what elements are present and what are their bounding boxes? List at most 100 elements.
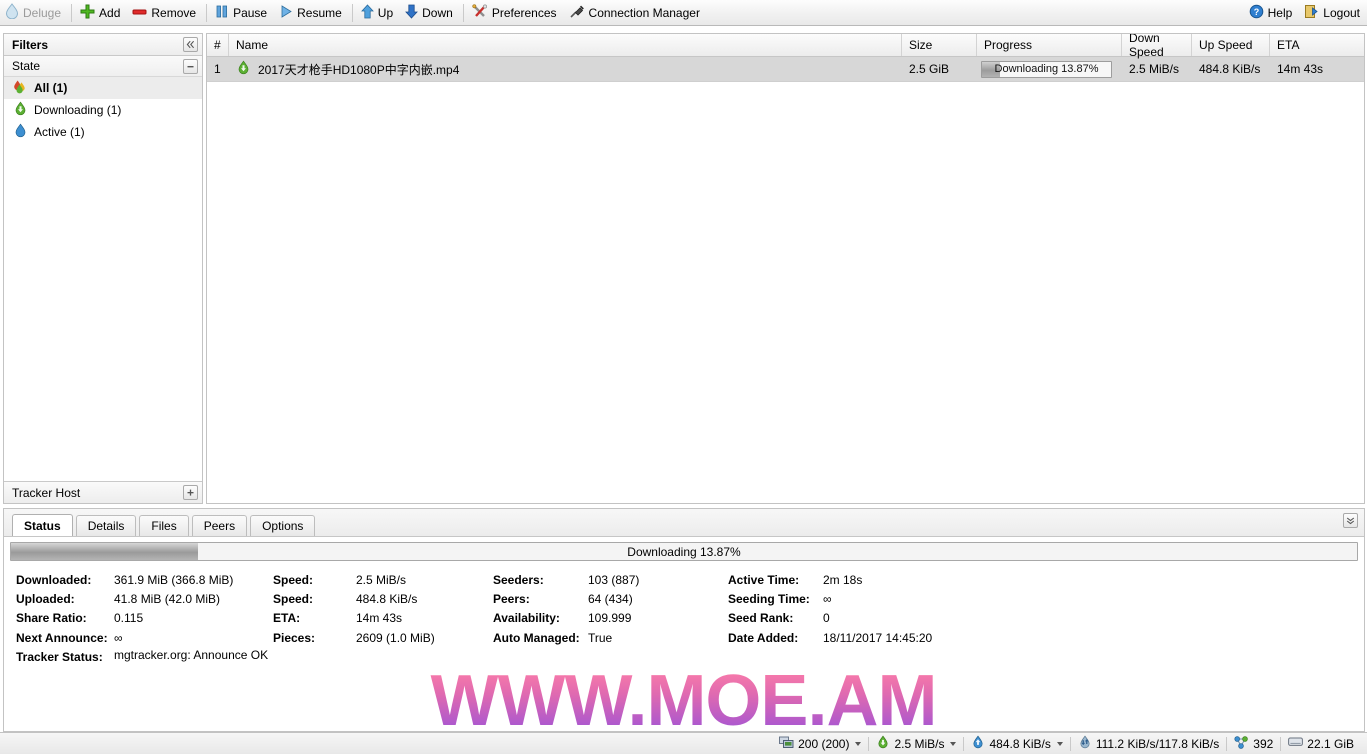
arrow-down-icon: [405, 4, 419, 22]
column-header-up-speed[interactable]: Up Speed: [1192, 34, 1270, 56]
label-seeders: Seeders:: [493, 573, 544, 587]
plus-icon: [80, 4, 95, 22]
cell-num: 1: [214, 62, 221, 76]
column-header-eta[interactable]: ETA: [1270, 34, 1328, 56]
logout-icon: [1304, 4, 1319, 22]
chevron-down-icon[interactable]: [950, 741, 957, 746]
cell-progress: Downloading 13.87%: [977, 57, 1122, 81]
value-download-speed: 2.5 MiB/s: [356, 573, 407, 587]
value-next-announce: ∞: [114, 630, 123, 645]
deluge-logo-icon: [5, 3, 19, 22]
column-header-size[interactable]: Size: [902, 34, 977, 56]
sidebar-item-label: Downloading (1): [34, 103, 122, 117]
cell-size: 2.5 GiB: [909, 62, 950, 76]
filter-group-label: State: [12, 59, 41, 73]
column-header-progress[interactable]: Progress: [977, 34, 1122, 56]
add-button[interactable]: Add: [75, 0, 127, 26]
torrent-list-header: # Name Size Progress Down Speed Up Speed…: [207, 34, 1364, 59]
move-down-button[interactable]: Down: [400, 0, 460, 26]
sidebar-item-label: All (1): [34, 81, 68, 95]
remove-button[interactable]: Remove: [127, 0, 203, 26]
value-active-time: 2m 18s: [823, 573, 863, 587]
preferences-button[interactable]: Preferences: [467, 0, 564, 26]
move-up-button[interactable]: Up: [356, 0, 400, 26]
minus-icon[interactable]: [183, 58, 198, 74]
column-header-down-speed[interactable]: Down Speed: [1122, 34, 1192, 59]
value-upload-speed: 484.8 KiB/s: [356, 592, 418, 607]
tab-details[interactable]: Details: [75, 515, 137, 536]
status-labels: Seeders: Peers: Availability: Auto Manag…: [493, 571, 588, 667]
move-down-label: Down: [422, 5, 453, 20]
status-column-2: Speed: Speed: ETA: Pieces: 2.5 MiB/s 484…: [273, 571, 493, 667]
pause-button[interactable]: Pause: [210, 0, 274, 26]
cell-eta: 14m 43s: [1277, 62, 1324, 76]
play-icon: [279, 4, 293, 22]
tab-files[interactable]: Files: [139, 515, 189, 536]
table-row[interactable]: 1 2017天才枪手HD1080P中字内嵌.mp4 2.5 GiB Downlo…: [207, 57, 1364, 82]
filters-title: Filters: [12, 37, 49, 52]
connections-icon: [779, 736, 794, 752]
status-labels: Speed: Speed: ETA: Pieces:: [273, 571, 356, 667]
chevron-double-down-icon[interactable]: [1343, 513, 1358, 528]
status-column-1: Downloaded: Uploaded: Share Ratio: Next …: [16, 571, 273, 667]
svg-text:?: ?: [1253, 7, 1259, 17]
row-progress-bar: Downloading 13.87%: [981, 60, 1112, 78]
filters-sidebar: Filters State All (1) Downloading (1) Ac…: [3, 33, 203, 504]
statusbar-dht-nodes: 392: [1227, 735, 1280, 753]
value-availability: 109.999: [588, 611, 632, 626]
chevron-down-icon[interactable]: [1056, 741, 1063, 746]
statusbar-connections-label: 200 (200): [798, 736, 850, 751]
chevron-double-left-icon[interactable]: [183, 37, 198, 52]
row-progress-label: Downloading 13.87%: [994, 63, 1099, 75]
statusbar-upload-speed[interactable]: 484.8 KiB/s: [964, 735, 1069, 753]
value-seed-rank: 0: [823, 611, 830, 626]
column-header-name[interactable]: Name: [229, 34, 902, 56]
filter-group-state[interactable]: State: [4, 56, 202, 77]
column-header-num[interactable]: #: [207, 34, 229, 56]
app-brand-label: Deluge: [23, 5, 62, 20]
sidebar-item-label: Active (1): [34, 125, 85, 139]
filters-header: Filters: [4, 34, 202, 56]
toolbar-divider: [71, 3, 73, 22]
sidebar-item-active[interactable]: Active (1): [4, 121, 202, 143]
label-active-time: Active Time:: [728, 573, 800, 587]
sidebar-item-downloading[interactable]: Downloading (1): [4, 99, 202, 121]
statusbar-free-space-label: 22.1 GiB: [1307, 736, 1354, 751]
resume-button[interactable]: Resume: [274, 0, 349, 26]
details-progress-wrap: Downloading 13.87%: [4, 537, 1364, 561]
tab-peers[interactable]: Peers: [191, 515, 248, 536]
connection-manager-button[interactable]: Connection Manager: [564, 0, 707, 26]
label-auto-managed: Auto Managed:: [493, 630, 580, 645]
label-peers: Peers:: [493, 592, 530, 607]
statusbar-connections[interactable]: 200 (200): [772, 735, 868, 753]
status-values: 103 (887) 64 (434) 109.999 True: [588, 571, 728, 667]
tab-options[interactable]: Options: [250, 515, 316, 536]
details-progress-label: Downloading 13.87%: [627, 544, 741, 559]
value-pieces: 2609 (1.0 MiB): [356, 630, 435, 645]
statusbar-download-speed[interactable]: 2.5 MiB/s: [869, 735, 963, 753]
value-auto-managed: True: [588, 630, 613, 645]
toolbar-divider: [462, 3, 464, 22]
tracker-host-footer[interactable]: Tracker Host: [4, 481, 202, 503]
chevron-down-icon[interactable]: [855, 741, 862, 746]
logout-button[interactable]: Logout: [1299, 0, 1367, 26]
help-label: Help: [1267, 5, 1293, 20]
add-label: Add: [99, 5, 121, 20]
tab-status[interactable]: Status: [12, 514, 73, 536]
plus-icon[interactable]: [183, 485, 198, 500]
status-column-4: Active Time: Seeding Time: Seed Rank: Da…: [728, 571, 983, 667]
minus-icon: [132, 4, 147, 22]
help-button[interactable]: ? Help: [1244, 0, 1300, 26]
all-drop-icon: [13, 79, 28, 97]
torrent-list: # Name Size Progress Down Speed Up Speed…: [206, 33, 1365, 504]
sidebar-item-all[interactable]: All (1): [4, 77, 202, 99]
toolbar-divider: [206, 3, 208, 22]
label-seeding-time: Seeding Time:: [728, 592, 810, 607]
label-share-ratio: Share Ratio:: [16, 611, 87, 626]
upload-drop-icon: [971, 735, 985, 752]
status-labels: Downloaded: Uploaded: Share Ratio: Next …: [16, 571, 114, 667]
details-tabbar: Status Details Files Peers Options: [4, 509, 1364, 537]
statusbar-download-label: 2.5 MiB/s: [894, 736, 945, 751]
move-up-label: Up: [377, 5, 394, 20]
status-grid: Downloaded: Uploaded: Share Ratio: Next …: [16, 571, 1354, 667]
